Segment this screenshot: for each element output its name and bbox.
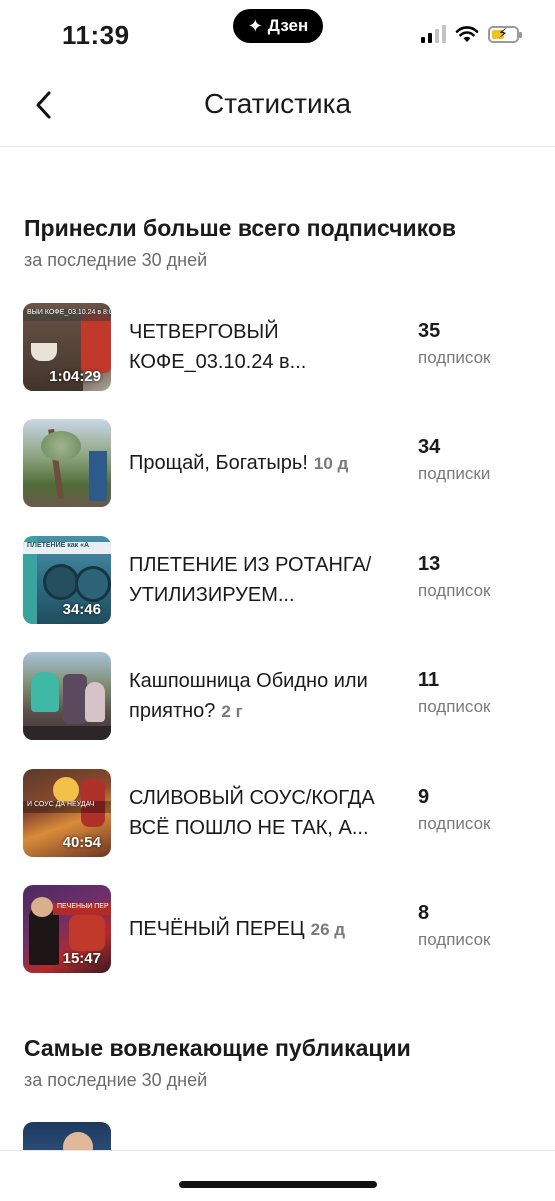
wifi-icon [455,26,479,42]
subscriber-count-label: подписок [418,348,491,367]
list-item[interactable]: ПЕЧЁНЫЙ ПЕР 15:47 ПЕЧЁНЫЙ ПЕРЕЦ 26 д 8 по… [0,885,555,975]
subscriber-count-label: подписок [418,697,491,716]
subscriber-count-label: подписок [418,581,491,600]
video-thumbnail: ВЫЙ КОФЕ_03.10.24 в 8:0 1:04:29 [23,303,111,391]
page-title: Статистика [203,88,352,119]
publication-title: СЛИВОВЫЙ СОУС/КОГДА ВСЁ ПОШЛО НЕ ТАК, А.… [129,787,375,839]
list-item[interactable]: Й СОУС ДА НЕУДАЧ 40:54 СЛИВОВЫЙ СОУС/КОГ… [0,769,555,859]
video-duration: 34:46 [62,601,101,618]
section-title-engaging: Самые вовлекающие публикации [24,1035,411,1061]
dzen-pill[interactable]: ✦ Дзен [233,9,323,43]
dzen-pill-label: Дзен [267,16,309,35]
subscriber-count-label: подписки [418,464,491,483]
section-subtitle-subscribers: за последние 30 дней [24,250,208,270]
subscriber-count: 8 [418,902,430,924]
publication-title: ПЛЕТЕНИЕ ИЗ РОТАНГА/ УТИЛИЗИРУЕМ... [129,554,372,606]
article-thumbnail [23,419,111,507]
list-item[interactable]: Кашпошница Обидно или приятно? 2 г 11 под… [0,652,555,742]
video-duration: 1:04:29 [49,368,101,385]
list-item[interactable]: ПЛЕТЕНИЕ как «А 34:46 ПЛЕТЕНИЕ ИЗ РОТАНГ… [0,536,555,626]
status-bar: 11:39 ✦ Дзен ⚡ [0,0,555,70]
thumbnail-caption: Й СОУС ДА НЕУДАЧ [23,801,111,813]
article-thumbnail [23,652,111,740]
video-duration: 15:47 [62,950,101,967]
list-item[interactable] [0,1122,555,1150]
bottom-bar [0,1150,555,1201]
thumbnail-caption: ПЕЧЁНЫЙ ПЕР [53,903,111,915]
sparkle-icon: ✦ [247,16,263,36]
publication-age: 26 д [310,920,346,939]
status-icons: ⚡ [421,25,522,43]
home-indicator[interactable] [179,1181,377,1188]
list-item[interactable]: Прощай, Богатырь! 10 д 34 подписки [0,419,555,509]
section-title-subscribers: Принесли больше всего подписчиков [24,215,457,241]
subscriber-count: 35 [418,320,441,342]
video-thumbnail [23,1122,111,1150]
video-thumbnail: ПЕЧЁНЫЙ ПЕР 15:47 [23,885,111,973]
status-time: 11:39 [62,20,130,50]
publication-title: Кашпошница Обидно или приятно? 2 г [129,670,368,722]
subscriber-count: 11 [418,669,440,691]
subscriber-count: 13 [418,553,441,575]
cellular-signal-icon [421,25,446,43]
section-subtitle-engaging: за последние 30 дней [24,1070,208,1090]
video-thumbnail: Й СОУС ДА НЕУДАЧ 40:54 [23,769,111,857]
subscriber-count: 34 [418,436,441,458]
publication-title: ПЕЧЁНЫЙ ПЕРЕЦ 26 д [129,918,346,940]
thumbnail-caption: ПЛЕТЕНИЕ как «А [23,542,111,554]
publication-age: 2 г [221,702,243,721]
publication-title: Прощай, Богатырь! 10 д [129,452,349,474]
subscriber-count-label: подписок [418,814,491,833]
thumbnail-caption: ВЫЙ КОФЕ_03.10.24 в 8:0 [23,309,111,321]
subscriber-count-label: подписок [418,930,491,949]
publication-title: ЧЕТВЕРГОВЫЙ КОФЕ_03.10.24 в... [129,321,307,373]
video-duration: 40:54 [62,834,101,851]
list-item[interactable]: ВЫЙ КОФЕ_03.10.24 в 8:0 1:04:29 ЧЕТВЕРГО… [0,303,555,393]
subscriber-count: 9 [418,786,430,808]
battery-icon: ⚡ [488,25,522,43]
nav-bar: Статистика [0,70,555,147]
video-thumbnail: ПЛЕТЕНИЕ как «А 34:46 [23,536,111,624]
publication-age: 10 д [313,454,349,473]
